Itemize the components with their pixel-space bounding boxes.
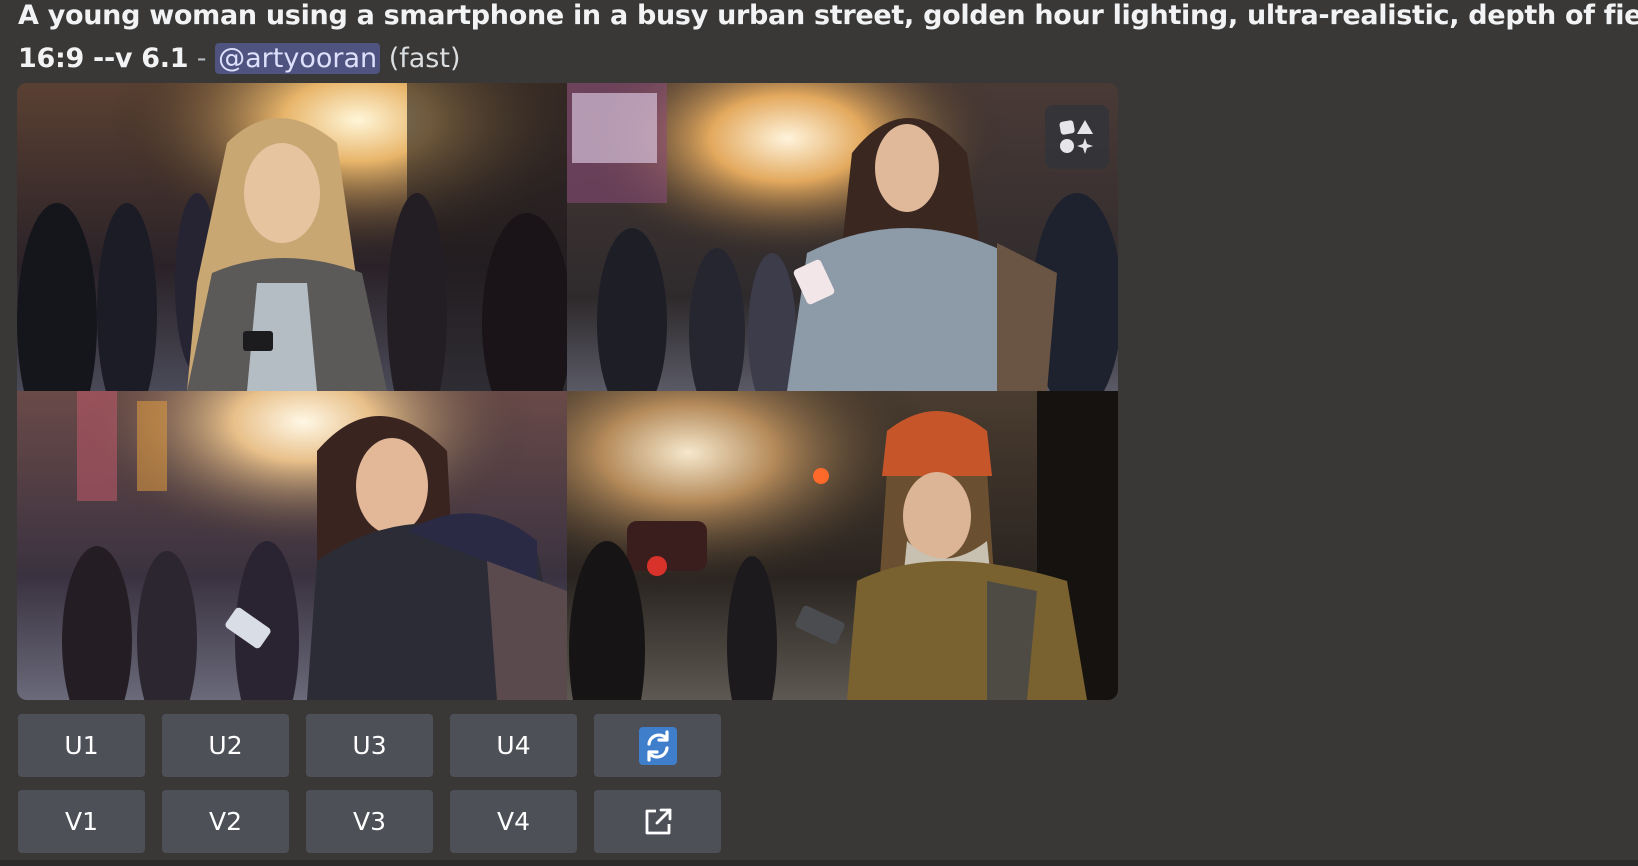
prompt-line-2: 16:9 --v 6.1 [18, 43, 189, 74]
variation-3-button[interactable]: V3 [306, 790, 433, 853]
generation-mode: (fast) [380, 43, 461, 74]
variation-2-button[interactable]: V2 [162, 790, 289, 853]
upscale-3-button[interactable]: U3 [306, 714, 433, 777]
image-3 [17, 391, 567, 700]
image-grid-toggle-button[interactable] [1045, 105, 1109, 169]
image-tile-3[interactable] [17, 391, 567, 700]
image-tile-4[interactable] [567, 391, 1118, 700]
upscale-2-button[interactable]: U2 [162, 714, 289, 777]
reroll-button[interactable] [594, 714, 721, 777]
prompt-text: A young woman using a smartphone in a bu… [18, 0, 1638, 80]
image-4 [567, 391, 1118, 700]
image-grid-icon [1059, 120, 1093, 154]
refresh-icon [638, 726, 677, 765]
prompt-separator: - [188, 43, 216, 74]
variation-1-button[interactable]: V1 [18, 790, 145, 853]
prompt-line-1: A young woman using a smartphone in a bu… [18, 0, 1638, 31]
image-2 [567, 83, 1118, 391]
external-link-icon [645, 808, 671, 834]
image-tile-1[interactable] [17, 83, 567, 391]
user-mention[interactable]: @artyooran [215, 43, 381, 74]
image-grid[interactable] [17, 83, 1118, 700]
open-external-button[interactable] [594, 790, 721, 853]
variation-4-button[interactable]: V4 [450, 790, 577, 853]
upscale-1-button[interactable]: U1 [18, 714, 145, 777]
upscale-4-button[interactable]: U4 [450, 714, 577, 777]
image-1 [17, 83, 567, 391]
image-tile-2[interactable] [567, 83, 1118, 391]
bottom-divider [0, 860, 1638, 866]
